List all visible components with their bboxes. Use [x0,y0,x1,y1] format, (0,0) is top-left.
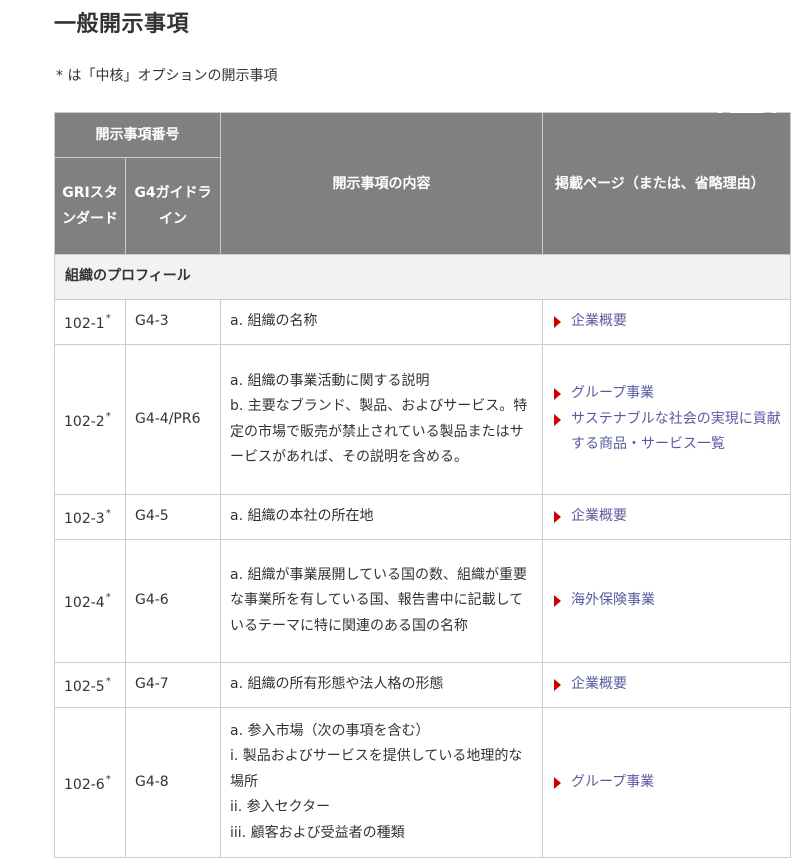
gri-number-cell: 102-4* [54,539,126,663]
disclosure-line: b. 主要なブランド、製品、およびサービス。特定の市場で販売が禁止されている製品… [230,398,528,465]
header-disclosure-content: 開示事項の内容 [220,112,543,255]
reference-link[interactable]: 企業概要 [552,309,781,335]
gri-number-cell: 102-5* [54,662,126,708]
arrow-right-icon [554,413,561,426]
reference-link-text: 企業概要 [571,508,627,525]
g4-guideline-cell: G4-8 [125,707,221,858]
arrow-right-icon [554,679,561,692]
arrow-right-icon [554,511,561,524]
disclosure-line: ii. 参入セクター [230,799,331,816]
reference-link-text: 企業概要 [571,313,627,330]
table-row: 102-3* G4-5 a. 組織の本社の所在地 企業概要 [54,494,791,540]
arrow-right-icon [554,316,561,329]
g4-guideline-cell: G4-3 [125,299,221,345]
reference-link-text: 企業概要 [571,676,627,693]
page-reference-cell: 企業概要 [542,494,791,540]
reference-link-text: サステナブルな社会の実現に貢献する商品・サービス一覧 [571,410,781,453]
disclosure-content-cell: a. 組織の本社の所在地 [220,494,543,540]
gri-number-cell: 102-6* [54,707,126,858]
disclosure-content-cell: a. 組織が事業展開している国の数、組織が重要な事業所を有している国、報告書中に… [220,539,543,663]
header-gri-standard: GRIスタンダード [54,157,126,255]
table-row: 102-2* G4-4/PR6 a. 組織の事業活動に関する説明 b. 主要なブランド… [54,344,791,495]
gri-number: 102-4 [64,595,105,612]
gri-number-cell: 102-3* [54,494,126,540]
gri-number-cell: 102-1* [54,299,126,345]
arrow-right-icon [554,776,561,789]
reference-link[interactable]: グループ事業 [552,770,781,796]
reference-link[interactable]: 海外保険事業 [552,588,781,614]
header-disclosure-number: 開示事項番号 [54,112,221,158]
gri-disclosure-table: 開示事項番号 開示事項の内容 掲載ページ（または、省略理由） GRIスタンダード… [54,112,791,858]
table-row: 102-5* G4-7 a. 組織の所有形態や法人格の形態 企業概要 [54,662,791,708]
disclosure-line: iii. 顧客および受益者の種類 [230,824,405,841]
table-row: 102-1* G4-3 a. 組織の名称 企業概要 [54,299,791,345]
gri-number: 102-5 [64,679,105,696]
page: 一般開示事項 * は「中核」オプションの開示事項 開示事項番号 開示事項の内容 … [0,0,808,865]
reference-link[interactable]: 企業概要 [552,672,781,698]
page-title: 一般開示事項 [54,12,190,37]
page-reference-cell: グループ事業サステナブルな社会の実現に貢献する商品・サービス一覧 [542,344,791,495]
page-reference-cell: 企業概要 [542,299,791,345]
gri-number-cell: 102-2* [54,344,126,495]
gri-number: 102-2 [64,413,105,430]
core-option-note: * は「中核」オプションの開示事項 [56,68,278,84]
arrow-right-icon [554,388,561,401]
header-g4-guideline: G4ガイドライン [125,157,221,255]
reference-link-text: グループ事業 [571,385,655,402]
reference-link[interactable]: サステナブルな社会の実現に貢献する商品・サービス一覧 [552,407,781,458]
gri-number: 102-3 [64,511,105,528]
disclosure-line: a. 組織の本社の所在地 [230,508,374,525]
disclosure-line: a. 組織の所有形態や法人格の形態 [230,676,444,693]
section-row: 組織のプロフィール [54,254,791,300]
disclosure-line: a. 組織の名称 [230,313,318,330]
header-page-reference: 掲載ページ（または、省略理由） [542,112,791,255]
disclosure-line: a. 組織が事業展開している国の数、組織が重要な事業所を有している国、報告書中に… [230,566,528,634]
page-reference-cell: 海外保険事業 [542,539,791,663]
reference-link-text: 海外保険事業 [571,592,655,609]
g4-guideline-cell: G4-7 [125,662,221,708]
gri-number: 102-1 [64,316,105,333]
reference-link-text: グループ事業 [571,773,655,790]
disclosure-line: a. 組織の事業活動に関する説明 [230,372,430,389]
disclosure-line: i. 製品およびサービスを提供している地理的な場所 [230,748,523,790]
reference-link[interactable]: グループ事業 [552,381,781,407]
disclosure-content-cell: a. 組織の事業活動に関する説明 b. 主要なブランド、製品、およびサービス。特定… [220,344,543,495]
page-reference-cell: グループ事業 [542,707,791,858]
core-star: * [105,773,111,785]
disclosure-line: a. 参入市場（次の事項を含む） [230,722,430,739]
disclosure-content-cell: a. 組織の名称 [220,299,543,345]
page-reference-cell: 企業概要 [542,662,791,708]
table-row: 102-4* G4-6 a. 組織が事業展開している国の数、組織が重要な事業所を有し… [54,539,791,663]
disclosure-content-cell: a. 組織の所有形態や法人格の形態 [220,662,543,708]
table-body: 組織のプロフィール 102-1* G4-3 a. 組織の名称 企業概要 102-2* G4… [54,254,791,858]
gri-number: 102-6 [64,776,105,793]
core-star: * [105,676,111,688]
core-star: * [105,592,111,604]
section-title: 組織のプロフィール [54,254,791,300]
core-star: * [105,410,111,422]
g4-guideline-cell: G4-5 [125,494,221,540]
g4-guideline-cell: G4-4/PR6 [125,344,221,495]
core-star: * [105,313,111,325]
disclosure-content-cell: a. 参入市場（次の事項を含む） i. 製品およびサービスを提供している地理的な場… [220,707,543,858]
header-corner-dashes [718,112,776,114]
g4-guideline-cell: G4-6 [125,539,221,663]
table-header: 開示事項番号 開示事項の内容 掲載ページ（または、省略理由） GRIスタンダード… [54,112,791,255]
table-row: 102-6* G4-8 a. 参入市場（次の事項を含む） i. 製品およびサービスを提… [54,707,791,858]
arrow-right-icon [554,595,561,608]
reference-link[interactable]: 企業概要 [552,504,781,530]
core-star: * [105,508,111,520]
